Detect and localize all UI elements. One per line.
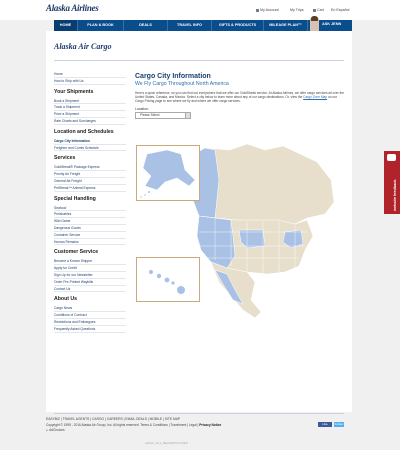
sidebar-item-apply-credit[interactable]: Apply for Credit — [54, 265, 126, 272]
ask-jenn-button[interactable]: ASK JENN — [308, 16, 352, 31]
hawaii-inset-svg — [149, 270, 185, 294]
espanol-link[interactable]: En Español — [331, 8, 349, 12]
sidebar-item-cargo-news[interactable]: Cargo News — [54, 305, 126, 313]
sidebar-heading-special-handling: Special Handling — [54, 195, 96, 202]
website-feedback-tab[interactable]: website feedback — [384, 151, 400, 214]
sidebar-item-human-remains[interactable]: Human Remains — [54, 239, 126, 246]
tab-plan-book[interactable]: PLAN & BOOK — [78, 20, 124, 31]
alaska-air-cargo-logo[interactable]: Alaska Air Cargo — [54, 42, 112, 51]
tab-deals[interactable]: DEALS — [124, 20, 168, 31]
main-content: Cargo City Information We Fly Cargo Thro… — [135, 73, 345, 119]
build-id: ALPHA_20.1_REQUESTCLOSED — [145, 441, 188, 445]
chevron-down-icon — [185, 113, 190, 118]
cart-link[interactable]: Cart — [313, 8, 324, 12]
sidebar-item-freighter-schedule[interactable]: Freighter and Combi Schedule — [54, 145, 126, 152]
feedback-bubble-icon — [387, 154, 396, 161]
tab-home[interactable]: HOME — [54, 20, 78, 31]
tab-travel-info[interactable]: TRAVEL INFO — [168, 20, 212, 31]
copyright-text: Copyright © 1995 - 2016 Alaska Air Group… — [46, 423, 140, 427]
alaska-inset-svg — [140, 149, 196, 198]
sidebar-heading-shipments: Your Shipments — [54, 88, 94, 95]
twitter-follow-button[interactable]: Follow — [334, 422, 344, 427]
sidebar-item-waybills[interactable]: Order Pre-Printed Waybills — [54, 279, 126, 286]
alaska-airlines-logo[interactable]: Alaska Airlines — [46, 3, 99, 13]
sidebar-item-perishables[interactable]: Perishables — [54, 211, 126, 219]
sidebar-heading-customer-service: Customer Service — [54, 249, 99, 256]
account-icon — [256, 8, 259, 12]
location-select[interactable]: Please Select — [135, 112, 191, 119]
privacy-notice-link[interactable]: Privacy Notice — [199, 423, 221, 427]
sidebar-item-priority-freight[interactable]: Priority Air Freight — [54, 171, 126, 178]
tab-gifts-products[interactable]: GIFTS & PRODUCTS — [212, 20, 264, 31]
usa-west-served — [196, 215, 236, 269]
sidebar-item-home[interactable]: Home — [54, 71, 126, 78]
page-title: Cargo City Information — [135, 73, 211, 80]
ask-jenn-label: ASK JENN — [322, 22, 342, 26]
tab-mileage-plan[interactable]: MILEAGE PLAN™ — [264, 20, 308, 31]
sidebar-heading-locations: Location and Schedules — [54, 128, 114, 135]
sidebar-item-seafood[interactable]: Seafood — [54, 205, 126, 212]
sidebar-item-restrictions[interactable]: Restrictions and Embargoes — [54, 319, 126, 326]
feedback-label: website feedback — [393, 179, 397, 211]
hawaii-inset[interactable] — [136, 257, 200, 302]
footer-divider — [54, 413, 344, 414]
sidebar-item-price-shipment[interactable]: Price a Shipment — [54, 111, 126, 118]
sidebar-item-general-freight[interactable]: General Air Freight — [54, 178, 126, 185]
sidebar-item-goldstreak[interactable]: GoldStreak® Package Express — [54, 164, 126, 172]
sidebar-item-faq[interactable]: Frequently Asked Questions — [54, 326, 126, 333]
sidebar-item-newsletter[interactable]: Sign Up for our Newsletter — [54, 272, 126, 279]
sidebar-item-rate-charts[interactable]: Rate Charts and Surcharges — [54, 118, 126, 125]
north-america-map[interactable] — [135, 140, 335, 365]
footer-links[interactable]: EASYBIZ | TRAVEL AGENTS | CARGO | CAREER… — [46, 417, 180, 421]
sidebar-item-container-service[interactable]: Container Service — [54, 232, 126, 239]
sidebar-item-petstreak[interactable]: PetStreak™ Animal Express — [54, 185, 126, 192]
header-divider — [54, 60, 344, 61]
facebook-like-button[interactable]: Like — [318, 422, 332, 427]
legal-links[interactable]: Terms & Conditions | Travelment | Legal … — [140, 423, 198, 427]
cargo-zone-map-link[interactable]: Cargo Zone Map — [303, 95, 327, 99]
sidebar-item-contact-us[interactable]: Contact Us — [54, 286, 126, 293]
sidebar-item-track-shipment[interactable]: Track a Shipment — [54, 104, 126, 112]
sidebar-item-cargo-city-info[interactable]: Cargo City Information — [54, 138, 126, 145]
adchoices-link[interactable]: ▷ AdChoices — [46, 428, 65, 432]
cart-icon — [313, 8, 316, 12]
sidebar-item-conditions[interactable]: Conditions of Contract — [54, 312, 126, 319]
sidebar-item-wild-game[interactable]: Wild Game — [54, 218, 126, 225]
jenn-avatar — [310, 16, 319, 31]
sidebar-item-dangerous-goods[interactable]: Dangerous Goods — [54, 225, 126, 232]
alaska-inset[interactable] — [136, 145, 200, 201]
page-subtitle: We Fly Cargo Throughout North America — [135, 81, 229, 87]
sidebar: Home How to Ship with Us Your Shipments … — [54, 71, 126, 333]
social-buttons: Like Follow — [318, 422, 344, 427]
sidebar-item-how-to-ship[interactable]: How to Ship with Us — [54, 78, 126, 85]
footer-legal: Copyright © 1995 - 2016 Alaska Air Group… — [46, 423, 221, 427]
my-account-link[interactable]: My Account — [256, 8, 279, 12]
sidebar-item-book-shipment[interactable]: Book a Shipment — [54, 98, 126, 105]
my-trips-link[interactable]: My Trips — [290, 8, 304, 12]
intro-paragraph: Here's a quick reference, so you can fin… — [135, 91, 345, 103]
sidebar-item-known-shipper[interactable]: Become a Known Shipper — [54, 258, 126, 266]
sidebar-heading-about-us: About Us — [54, 296, 78, 303]
sidebar-heading-services: Services — [54, 155, 76, 162]
